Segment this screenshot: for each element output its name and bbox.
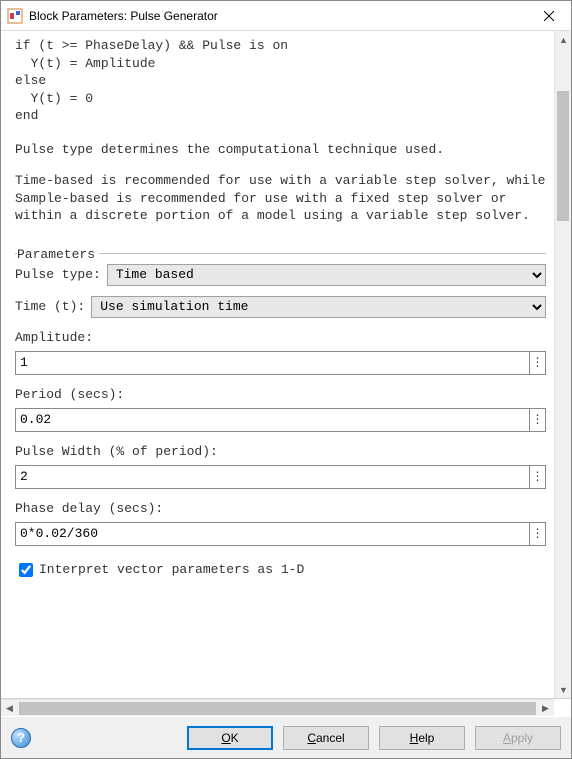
button-bar: ? OK Cancel Help Apply xyxy=(1,716,571,758)
interpret-1d-label: Interpret vector parameters as 1-D xyxy=(39,562,304,577)
description-2: Time-based is recommended for use with a… xyxy=(15,172,546,225)
app-icon xyxy=(7,8,23,24)
horizontal-scrollbar[interactable]: ◀ ▶ xyxy=(1,699,554,716)
time-label: Time (t): xyxy=(15,299,85,314)
close-button[interactable] xyxy=(526,1,571,31)
pulse-type-label: Pulse type: xyxy=(15,267,101,282)
hscroll-thumb[interactable] xyxy=(19,702,536,715)
ok-button[interactable]: OK xyxy=(187,726,273,750)
dialog-content: if (t >= PhaseDelay) && Pulse is on Y(t)… xyxy=(1,31,554,698)
amplitude-input[interactable] xyxy=(15,351,530,375)
window-title: Block Parameters: Pulse Generator xyxy=(29,9,526,23)
parameters-legend: Parameters xyxy=(17,247,99,262)
context-help-icon[interactable]: ? xyxy=(11,728,31,748)
period-more-button[interactable]: ⋮ xyxy=(530,408,546,432)
help-button[interactable]: Help xyxy=(379,726,465,750)
scroll-down-arrow[interactable]: ▼ xyxy=(555,681,571,698)
apply-button[interactable]: Apply xyxy=(475,726,561,750)
time-select[interactable]: Use simulation time xyxy=(91,296,546,318)
description-1: Pulse type determines the computational … xyxy=(15,141,546,159)
scroll-up-arrow[interactable]: ▲ xyxy=(555,31,571,48)
titlebar: Block Parameters: Pulse Generator xyxy=(1,1,571,31)
period-input[interactable] xyxy=(15,408,530,432)
amplitude-more-button[interactable]: ⋮ xyxy=(530,351,546,375)
scroll-left-arrow[interactable]: ◀ xyxy=(1,700,18,717)
amplitude-label: Amplitude: xyxy=(15,330,546,345)
phase-delay-label: Phase delay (secs): xyxy=(15,501,546,516)
phase-delay-more-button[interactable]: ⋮ xyxy=(530,522,546,546)
code-block: if (t >= PhaseDelay) && Pulse is on Y(t)… xyxy=(15,37,546,125)
period-label: Period (secs): xyxy=(15,387,546,402)
pulse-width-more-button[interactable]: ⋮ xyxy=(530,465,546,489)
cancel-button[interactable]: Cancel xyxy=(283,726,369,750)
pulse-type-select[interactable]: Time based xyxy=(107,264,546,286)
vertical-scrollbar[interactable]: ▲ ▼ xyxy=(554,31,571,698)
interpret-1d-checkbox[interactable] xyxy=(19,563,33,577)
pulse-width-input[interactable] xyxy=(15,465,530,489)
vscroll-thumb[interactable] xyxy=(557,91,569,221)
scroll-right-arrow[interactable]: ▶ xyxy=(537,700,554,717)
phase-delay-input[interactable] xyxy=(15,522,530,546)
pulse-width-label: Pulse Width (% of period): xyxy=(15,444,546,459)
